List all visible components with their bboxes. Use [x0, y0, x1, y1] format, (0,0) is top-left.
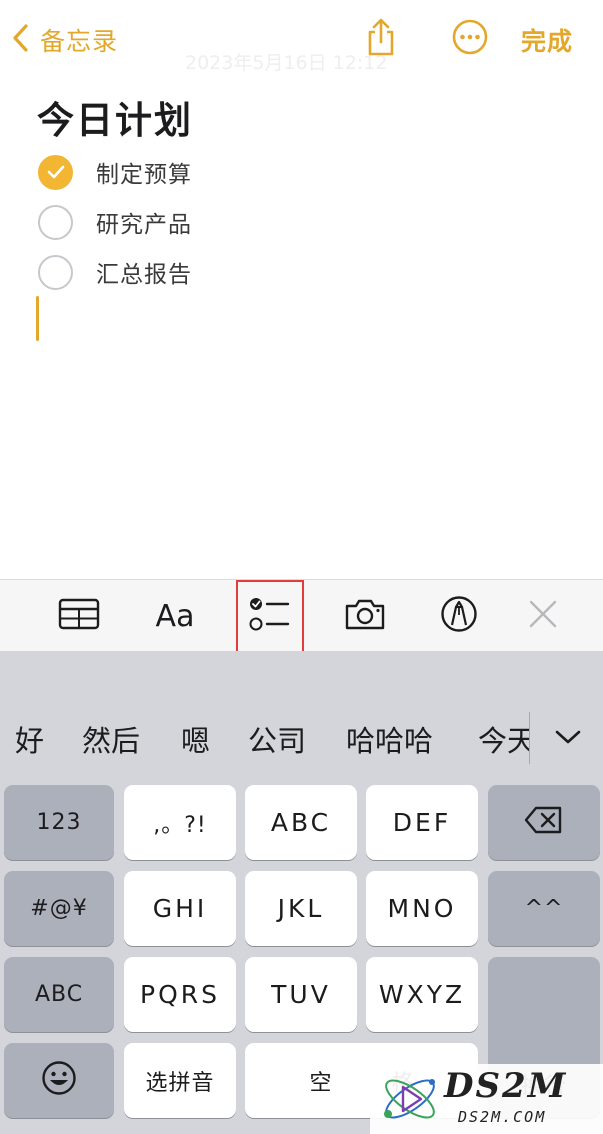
key-mno[interactable]: MNO: [366, 871, 478, 946]
key-abc-switch[interactable]: ABC: [4, 957, 114, 1032]
done-button[interactable]: 完成: [521, 22, 573, 58]
checked-circle-icon[interactable]: [38, 154, 73, 190]
candidate-divider: [529, 712, 530, 764]
ellipsis-circle-icon: [451, 18, 489, 60]
key-emoticon[interactable]: ^^: [488, 871, 600, 946]
candidate-word[interactable]: 嗯: [181, 718, 210, 760]
note-title[interactable]: 今日计划: [37, 90, 193, 144]
key-jkl[interactable]: JKL: [245, 871, 357, 946]
key-pqrs[interactable]: PQRS: [124, 957, 236, 1032]
key-abc[interactable]: ABC: [245, 785, 357, 860]
table-icon: [58, 598, 100, 634]
key-ghi[interactable]: GHI: [124, 871, 236, 946]
emoji-button[interactable]: [4, 1043, 114, 1118]
text-format-button[interactable]: Aa: [146, 588, 204, 644]
note-date: 2023年5月16日 12:12: [185, 52, 388, 74]
key-wxyz[interactable]: WXYZ: [366, 957, 478, 1032]
atom-logo-icon: [376, 1068, 444, 1130]
close-toolbar-button[interactable]: [514, 588, 572, 644]
checklist-item-label: 汇总报告: [96, 262, 192, 288]
table-button[interactable]: [50, 588, 108, 644]
candidate-word[interactable]: 然后: [82, 718, 140, 760]
candidate-word[interactable]: 好: [15, 718, 44, 760]
watermark: DS2M DS2M.COM: [370, 1064, 603, 1134]
checklist-item-label: 研究产品: [96, 212, 192, 238]
chevron-left-icon: [10, 22, 32, 58]
more-button[interactable]: [450, 16, 490, 62]
checklist-item[interactable]: 研究产品: [38, 203, 192, 241]
key-tuv[interactable]: TUV: [245, 957, 357, 1032]
candidate-word[interactable]: 公司: [248, 718, 306, 760]
camera-button[interactable]: [336, 588, 394, 644]
key-symbols[interactable]: #@¥: [4, 871, 114, 946]
unchecked-circle-icon[interactable]: [38, 204, 73, 240]
delete-icon: [524, 805, 564, 841]
checklist-icon: [249, 595, 291, 637]
key-def[interactable]: DEF: [366, 785, 478, 860]
markup-button[interactable]: [430, 588, 488, 644]
key-punctuation[interactable]: ,。?!: [124, 785, 236, 860]
markup-pen-icon: [440, 595, 478, 637]
checklist-item-label: 制定预算: [96, 162, 192, 188]
candidate-list: 好 然后 嗯 公司 哈哈哈 今天: [0, 706, 530, 770]
candidate-word[interactable]: 哈哈哈: [346, 718, 433, 760]
checklist-item[interactable]: 汇总报告: [38, 253, 192, 291]
emoji-icon: [41, 1060, 77, 1102]
share-button[interactable]: [361, 16, 401, 62]
format-toolbar: Aa: [0, 579, 603, 656]
text-cursor: [36, 296, 39, 341]
share-icon: [364, 17, 398, 61]
candidate-word[interactable]: 今天: [478, 718, 530, 760]
delete-button[interactable]: [488, 785, 600, 860]
nav-bar: 备忘录 2023年5月16日 12:12 完成: [0, 0, 603, 80]
back-label: 备忘录: [40, 27, 119, 56]
expand-candidates-button[interactable]: [546, 722, 590, 756]
checklist-item[interactable]: 制定预算: [38, 153, 192, 191]
candidate-bar: 好 然后 嗯 公司 哈哈哈 今天: [0, 706, 603, 770]
key-123[interactable]: 123: [4, 785, 114, 860]
watermark-site: DS2M.COM: [458, 1108, 547, 1126]
watermark-brand: DS2M: [444, 1066, 568, 1106]
camera-icon: [343, 597, 387, 635]
chevron-down-icon: [554, 728, 582, 750]
back-button[interactable]: 备忘录: [10, 18, 118, 62]
text-format-label: Aa: [155, 598, 195, 634]
checklist-button[interactable]: [241, 588, 299, 644]
key-select-pinyin[interactable]: 选拼音: [124, 1043, 236, 1118]
keyboard: 好 然后 嗯 公司 哈哈哈 今天 123 ,。?! ABC DEF #@¥ GH…: [0, 651, 603, 1134]
close-icon: [528, 599, 558, 633]
unchecked-circle-icon[interactable]: [38, 254, 73, 290]
